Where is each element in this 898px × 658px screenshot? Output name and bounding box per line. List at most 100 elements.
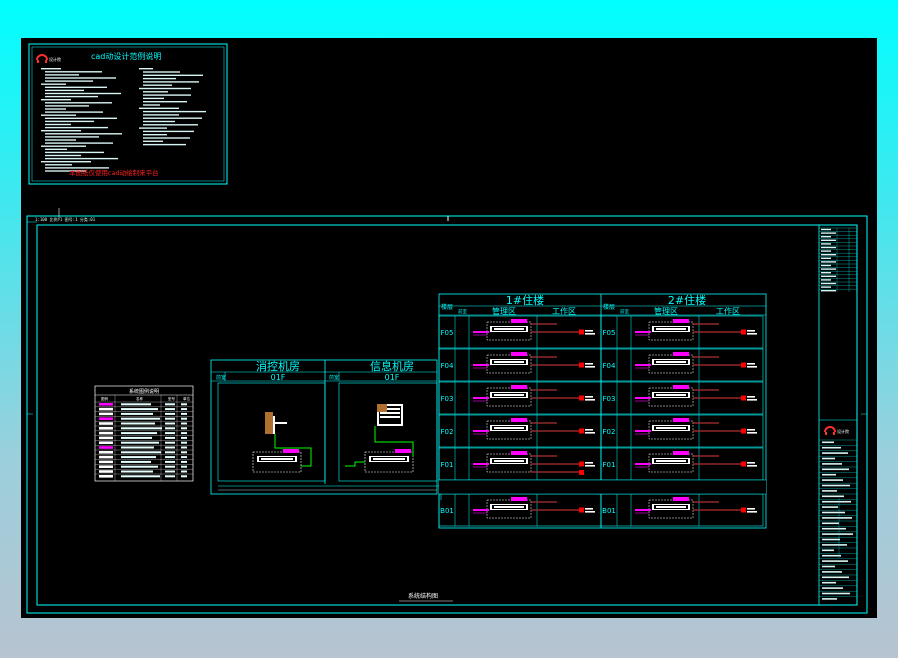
titleblock-field <box>822 511 845 514</box>
main-frame: 1:100 比例:1 图号:1 分类:01 <box>26 208 868 614</box>
outlet-icon <box>741 329 746 335</box>
titleblock-field <box>821 282 836 285</box>
title-block: 设计院 <box>818 224 858 606</box>
cad-drawing: 设计院 cad动设计范例说明 本图纸仅使用cad动绘制来平台 1:100 比例:… <box>26 43 868 614</box>
note-line <box>143 84 172 86</box>
floor-row-f05-b2: F05 <box>600 315 764 349</box>
legend-symbol-icon <box>99 436 113 440</box>
note-line <box>41 161 91 163</box>
floor-row-f05-b1: F05 <box>438 315 602 349</box>
note-line <box>143 137 190 139</box>
note-line <box>41 83 66 85</box>
titleblock-field <box>821 239 836 241</box>
note-line <box>45 86 107 88</box>
legend-model <box>165 475 175 478</box>
note-line <box>45 117 117 119</box>
legend-model <box>165 451 175 454</box>
note-line <box>143 143 186 146</box>
patch-icon <box>673 319 689 323</box>
legend-unit <box>181 451 187 454</box>
titleblock-field <box>821 243 831 245</box>
titleblock-field <box>822 463 842 465</box>
titleblock-field <box>821 272 831 274</box>
titleblock-field <box>822 598 837 600</box>
titleblock-field <box>822 538 840 541</box>
legend-unit <box>181 427 187 430</box>
room-title-1: 信息机房 <box>370 359 414 373</box>
building-floor-col-0: 楼层 <box>441 303 453 311</box>
note-line <box>143 110 206 113</box>
legend-symbol-icon <box>99 417 113 420</box>
titleblock-field <box>822 554 841 557</box>
building-work-col-1: 工作区 <box>716 306 740 316</box>
floor-label: B01 <box>602 507 616 515</box>
room-floor-1: 01F <box>385 373 400 382</box>
legend-unit <box>181 408 187 411</box>
floor-row-f03-b2: F03 <box>600 381 764 415</box>
note-line <box>45 126 108 129</box>
titleblock-field <box>821 232 836 234</box>
titleblock-field <box>822 479 843 481</box>
note-line <box>143 74 203 76</box>
outlet-icon <box>741 395 746 401</box>
outlet-icon <box>579 362 584 368</box>
floor-row-b01-b1: B01 <box>438 493 602 527</box>
floor-label: B01 <box>440 507 454 515</box>
legend-name <box>121 470 153 473</box>
titleblock-field <box>822 544 847 546</box>
legend-unit <box>181 403 187 406</box>
floor-label: F05 <box>603 329 616 337</box>
legend-model <box>165 432 175 435</box>
patch-icon <box>673 418 689 422</box>
note-line <box>45 108 66 110</box>
legend-name <box>121 446 154 449</box>
note-line <box>45 148 67 150</box>
legend-unit <box>181 460 187 463</box>
floor-label: F05 <box>441 329 454 337</box>
note-line <box>143 124 198 126</box>
note-line <box>45 95 98 98</box>
titleblock-field <box>822 473 836 476</box>
note-line <box>45 151 104 154</box>
legend-model <box>165 436 175 439</box>
legend-header-3: 单位 <box>183 396 190 401</box>
note-line <box>143 104 160 106</box>
titleblock-field <box>821 290 836 292</box>
floor-row-f03-b1: F03 <box>438 381 602 415</box>
patch-icon <box>511 418 527 422</box>
note-line <box>41 145 86 147</box>
legend-unit <box>181 446 187 449</box>
patch-icon <box>673 497 689 501</box>
legend-unit <box>181 465 187 468</box>
titleblock-field <box>822 441 834 444</box>
legend-unit <box>181 475 187 478</box>
building-title-0: 1#住楼 <box>506 293 544 307</box>
note-line <box>139 68 153 70</box>
room-consoles: 消控机房 信息机房 前室 前室 01F 01F <box>210 359 442 500</box>
titleblock-field <box>821 286 831 288</box>
note-line <box>45 92 121 95</box>
legend-unit <box>181 456 187 459</box>
drawing-canvas[interactable]: 设计院 cad动设计范例说明 本图纸仅使用cad动绘制来平台 1:100 比例:… <box>21 38 877 618</box>
titleblock-field <box>822 549 834 552</box>
note-line <box>143 94 191 96</box>
fire-control-host-icon <box>265 412 287 434</box>
legend-name <box>121 412 153 415</box>
room-side-1: 前室 <box>329 374 339 381</box>
legend-unit <box>181 412 187 415</box>
titleblock-field <box>821 279 831 281</box>
floor-label: F02 <box>441 428 454 436</box>
note-line <box>143 134 167 136</box>
floor-row-f01-b2: F01 <box>600 447 764 481</box>
titleblock-field <box>821 275 836 277</box>
note-line <box>143 71 180 73</box>
legend-symbol-icon <box>99 460 113 464</box>
note-line <box>143 101 187 103</box>
legend-model <box>165 408 175 411</box>
note-line <box>45 80 93 82</box>
titleblock-field <box>822 500 851 503</box>
legend-name <box>121 422 155 425</box>
drawing-caption: 系统结构图 <box>399 592 453 602</box>
legend-name <box>121 456 156 459</box>
note-line <box>139 127 167 129</box>
